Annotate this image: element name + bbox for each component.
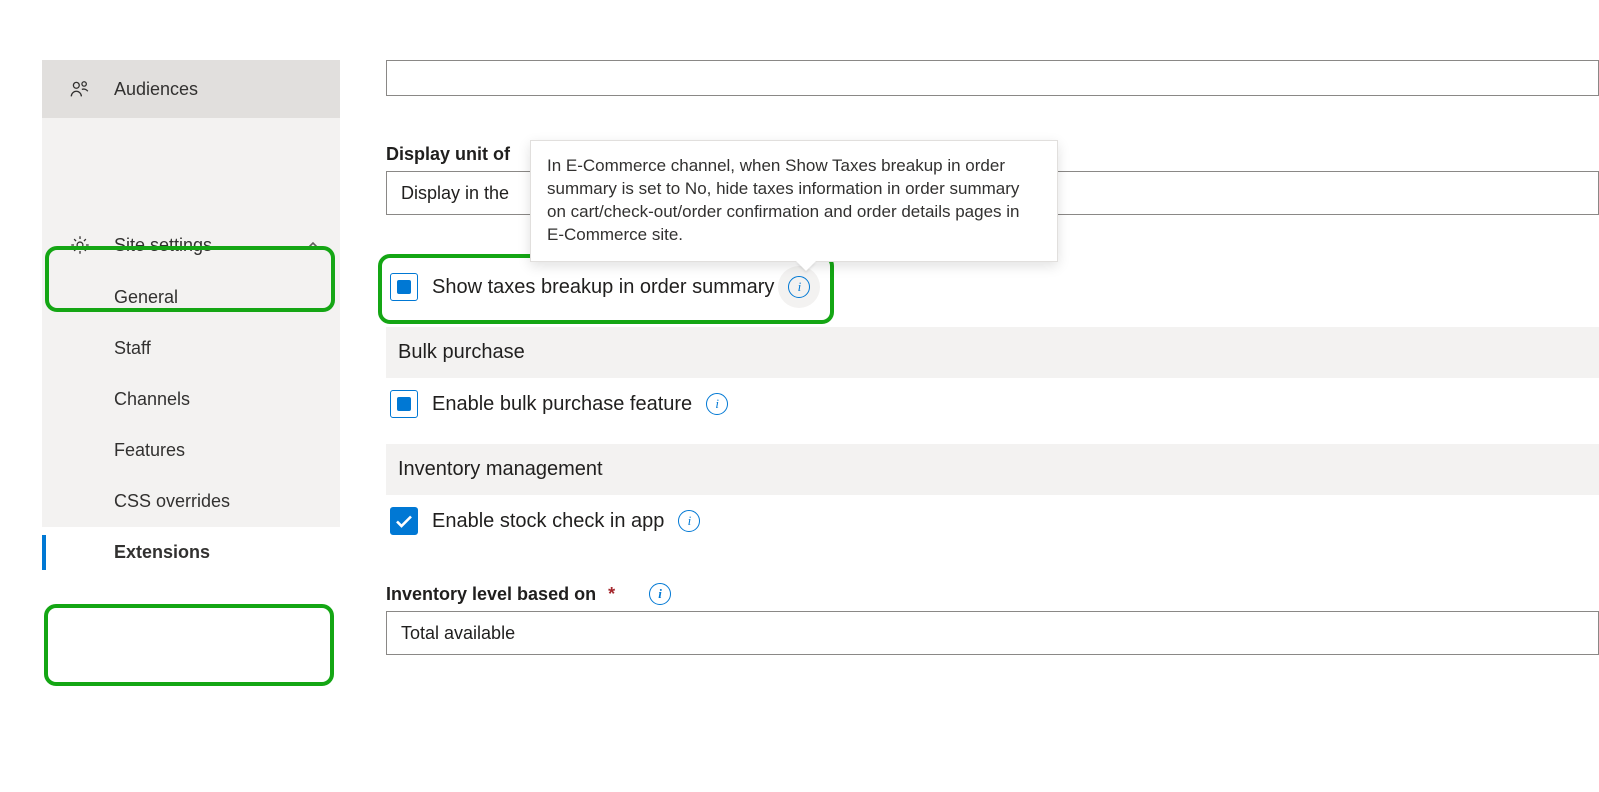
stock-check-row: Enable stock check in app i: [386, 495, 1599, 553]
sidebar: Audiences Site settings General Staff Ch…: [42, 60, 340, 578]
sidebar-item-features[interactable]: Features: [42, 425, 340, 476]
bulk-purchase-header: Bulk purchase: [386, 327, 1599, 378]
sidebar-spacer: [42, 118, 340, 218]
info-icon[interactable]: i: [649, 583, 671, 605]
audiences-icon: [68, 78, 92, 100]
bulk-purchase-row: Enable bulk purchase feature i: [386, 378, 1599, 436]
info-icon[interactable]: i: [706, 393, 728, 415]
top-input-box[interactable]: [386, 60, 1599, 96]
display-unit-label-text: Display unit of: [386, 144, 510, 165]
bulk-purchase-label: Enable bulk purchase feature: [432, 393, 692, 416]
sidebar-item-general[interactable]: General: [42, 272, 340, 323]
gear-icon: [68, 234, 92, 256]
bulk-purchase-checkbox[interactable]: [390, 390, 418, 418]
sidebar-section-label: Site settings: [114, 235, 306, 256]
sidebar-item-staff[interactable]: Staff: [42, 323, 340, 374]
sidebar-item-label: Audiences: [114, 79, 198, 100]
sidebar-section-site-settings[interactable]: Site settings: [42, 218, 340, 272]
tooltip-text: In E-Commerce channel, when Show Taxes b…: [547, 156, 1019, 244]
chevron-up-icon: [306, 237, 320, 253]
sidebar-item-channels[interactable]: Channels: [42, 374, 340, 425]
inventory-header: Inventory management: [386, 444, 1599, 495]
stock-check-label: Enable stock check in app: [432, 510, 664, 533]
required-asterisk: *: [608, 584, 615, 605]
info-icon[interactable]: i: [788, 276, 810, 298]
sidebar-item-css-overrides[interactable]: CSS overrides: [42, 476, 340, 527]
inventory-level-label-text: Inventory level based on: [386, 584, 596, 605]
show-taxes-label: Show taxes breakup in order summary: [432, 276, 774, 299]
inventory-level-input[interactable]: [386, 611, 1599, 655]
tooltip: In E-Commerce channel, when Show Taxes b…: [530, 140, 1058, 262]
inventory-level-label: Inventory level based on * i: [386, 583, 1599, 605]
show-taxes-checkbox[interactable]: [390, 273, 418, 301]
stock-check-checkbox[interactable]: [390, 507, 418, 535]
info-icon[interactable]: i: [678, 510, 700, 532]
sidebar-item-extensions[interactable]: Extensions: [42, 527, 340, 578]
sidebar-item-audiences[interactable]: Audiences: [42, 60, 340, 118]
annotation-highlight: [44, 604, 334, 686]
